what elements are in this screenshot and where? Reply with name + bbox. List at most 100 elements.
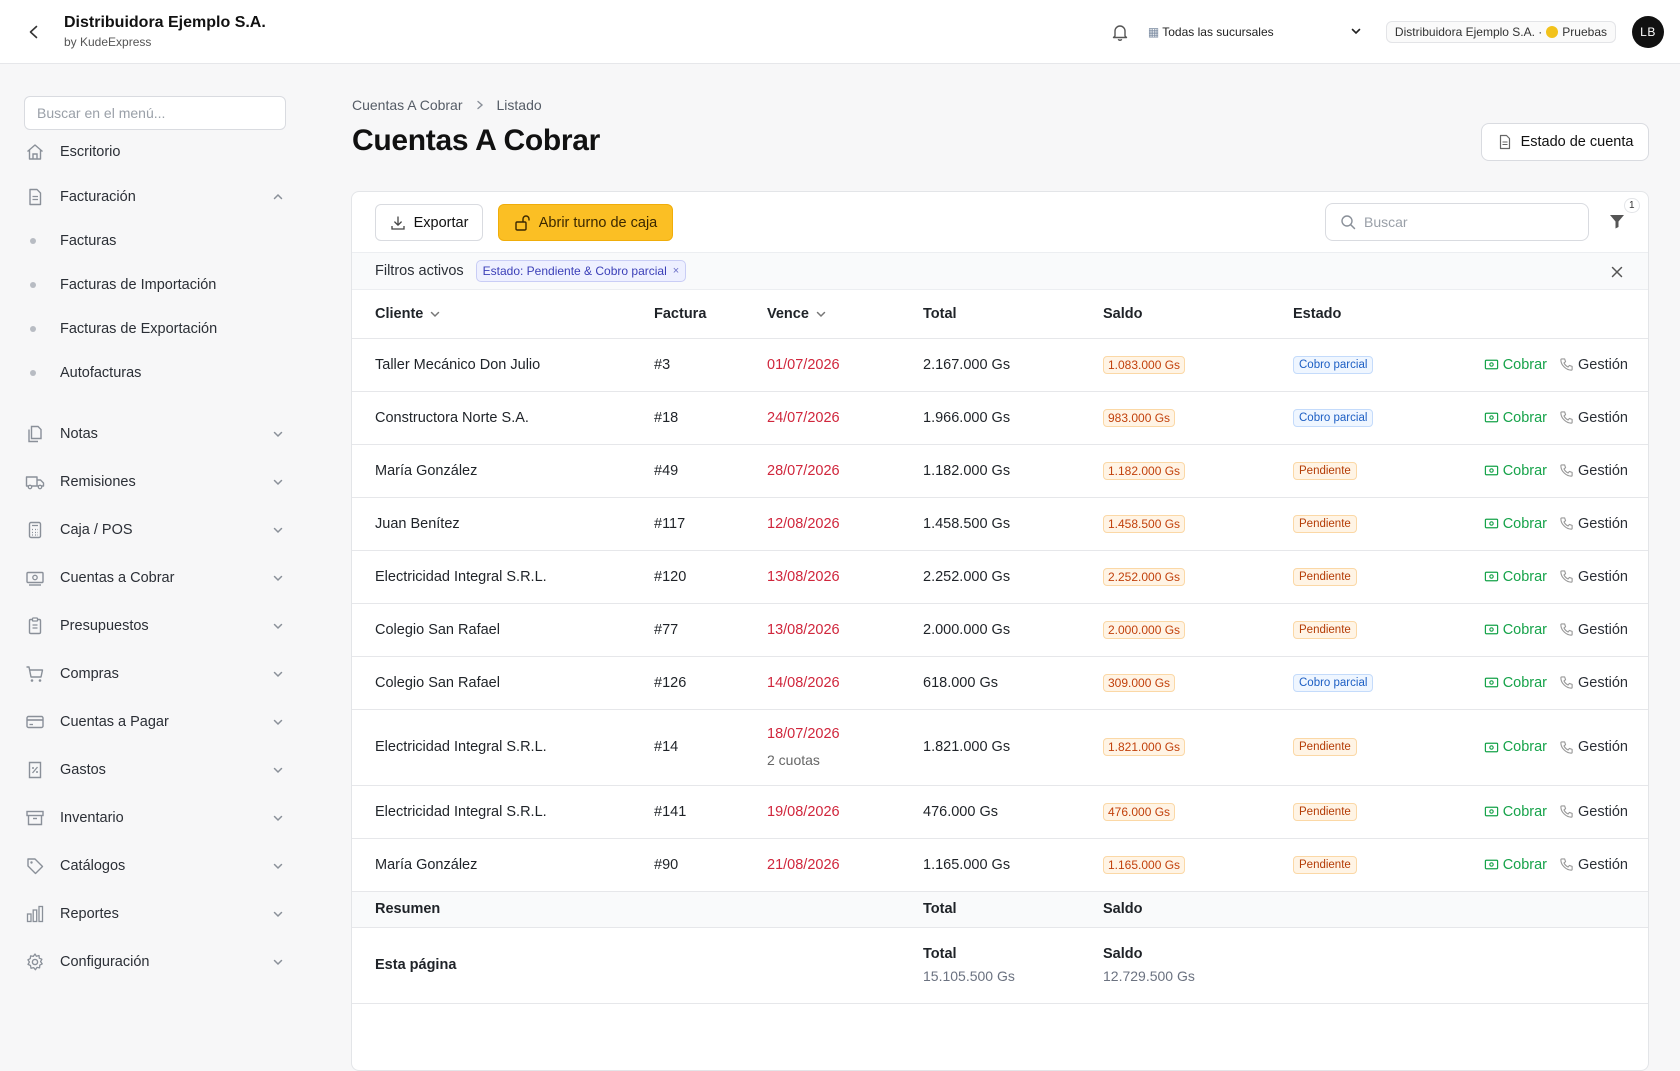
- column-header-label: Cliente: [375, 305, 424, 322]
- sidebar-subitem-facturas-importacion[interactable]: Facturas de Importación: [30, 271, 286, 299]
- summary-saldo-value: 12.729.500 Gs: [1103, 968, 1195, 984]
- gestion-button[interactable]: Gestión: [1559, 739, 1628, 755]
- avatar[interactable]: LB: [1632, 16, 1664, 48]
- sidebar-item-notas[interactable]: Notas: [24, 419, 286, 449]
- sidebar-item-presupuestos[interactable]: Presupuestos: [24, 611, 286, 641]
- sidebar-item-cuentas-a-pagar[interactable]: Cuentas a Pagar: [24, 707, 286, 737]
- sidebar-subitem-facturas-exportacion[interactable]: Facturas de Exportación: [30, 315, 286, 343]
- sidebar-item-gastos[interactable]: Gastos: [24, 755, 286, 785]
- cell-cliente: Electricidad Integral S.R.L.: [352, 709, 654, 786]
- sidebar-item-catalogos[interactable]: Catálogos: [24, 851, 286, 881]
- due-date: 19/08/2026: [767, 803, 840, 820]
- search-input[interactable]: [1364, 214, 1564, 230]
- table-row[interactable]: Colegio San Rafael #77 13/08/2026 2.000.…: [352, 603, 1648, 657]
- table-row[interactable]: María González #90 21/08/2026 1.165.000 …: [352, 838, 1648, 892]
- table-row[interactable]: María González #49 28/07/2026 1.182.000 …: [352, 444, 1648, 498]
- table-row[interactable]: Electricidad Integral S.R.L. #120 13/08/…: [352, 550, 1648, 604]
- sidebar-item-facturacion[interactable]: Facturación: [24, 182, 286, 212]
- sidebar-item-remisiones[interactable]: Remisiones: [24, 467, 286, 497]
- sidebar-item-inventario[interactable]: Inventario: [24, 803, 286, 833]
- estado-de-cuenta-button[interactable]: Estado de cuenta: [1481, 123, 1649, 161]
- total-amount: 2.252.000 Gs: [923, 568, 1011, 585]
- chevron-down-icon: [270, 474, 286, 490]
- gestion-button[interactable]: Gestión: [1559, 804, 1628, 820]
- factura-number[interactable]: #126: [654, 675, 686, 691]
- sidebar-item-reportes[interactable]: Reportes: [24, 899, 286, 929]
- clear-filters-icon[interactable]: [1608, 263, 1626, 281]
- sidebar-item-compras[interactable]: Compras: [24, 659, 286, 689]
- factura-number[interactable]: #120: [654, 569, 686, 585]
- export-button[interactable]: Exportar: [375, 204, 483, 241]
- cell-saldo: 476.000 Gs: [1103, 785, 1293, 839]
- filter-count-badge: 1: [1624, 198, 1640, 213]
- gestion-button[interactable]: Gestión: [1559, 569, 1628, 585]
- factura-number[interactable]: #77: [654, 622, 678, 638]
- gestion-button[interactable]: Gestión: [1559, 463, 1628, 479]
- factura-number[interactable]: #117: [654, 516, 685, 532]
- sidebar-subitem-facturas[interactable]: Facturas: [30, 227, 286, 255]
- table-body: Taller Mecánico Don Julio #3 01/07/2026 …: [352, 338, 1648, 892]
- cobrar-button[interactable]: Cobrar: [1484, 622, 1547, 638]
- cobrar-button[interactable]: Cobrar: [1484, 569, 1547, 585]
- menu-search-input[interactable]: [24, 96, 286, 130]
- sidebar-item-cuentas-a-cobrar[interactable]: Cuentas a Cobrar: [24, 563, 286, 593]
- company-environment-pill[interactable]: Distribuidora Ejemplo S.A. · Pruebas: [1385, 21, 1616, 43]
- sidebar-item-configuracion[interactable]: Configuración: [24, 947, 286, 977]
- factura-number[interactable]: #3: [654, 357, 670, 373]
- filter-chip[interactable]: Estado: Pendiente & Cobro parcial ×: [475, 260, 687, 282]
- branch-selector[interactable]: ▦ Todas las sucursales: [1148, 25, 1376, 40]
- gestion-button[interactable]: Gestión: [1559, 675, 1628, 691]
- cobrar-button[interactable]: Cobrar: [1484, 804, 1547, 820]
- gestion-button[interactable]: Gestión: [1559, 357, 1628, 373]
- gestion-button[interactable]: Gestión: [1559, 857, 1628, 873]
- table-row[interactable]: Electricidad Integral S.R.L. #14 18/07/2…: [352, 709, 1648, 786]
- table-row[interactable]: Juan Benítez #117 12/08/2026 1.458.500 G…: [352, 497, 1648, 551]
- cash-icon: [1484, 804, 1499, 819]
- cobrar-button[interactable]: Cobrar: [1484, 739, 1547, 755]
- cobrar-button[interactable]: Cobrar: [1484, 516, 1547, 532]
- summary-total-value: 15.105.500 Gs: [923, 968, 1015, 984]
- cell-saldo: 1.083.000 Gs: [1103, 338, 1293, 392]
- bell-icon[interactable]: [1108, 20, 1132, 44]
- column-header-vence[interactable]: Vence: [767, 290, 923, 339]
- chevron-up-icon: [270, 189, 286, 205]
- chevron-down-icon: [270, 426, 286, 442]
- gestion-button[interactable]: Gestión: [1559, 410, 1628, 426]
- cell-saldo: 1.182.000 Gs: [1103, 444, 1293, 498]
- column-header-cliente[interactable]: Cliente: [352, 290, 654, 339]
- breadcrumb-cuentas-a-cobrar[interactable]: Cuentas A Cobrar: [352, 97, 463, 113]
- table-row[interactable]: Taller Mecánico Don Julio #3 01/07/2026 …: [352, 338, 1648, 392]
- sidebar-subitem-autofacturas[interactable]: Autofacturas: [30, 359, 286, 387]
- back-arrow-icon[interactable]: [20, 18, 48, 46]
- table-row[interactable]: Electricidad Integral S.R.L. #141 19/08/…: [352, 785, 1648, 839]
- open-register-button[interactable]: Abrir turno de caja: [498, 204, 673, 241]
- status-badge: Cobro parcial: [1293, 408, 1374, 427]
- cash-icon: [1484, 516, 1499, 531]
- cell-factura: #77: [654, 603, 767, 657]
- factura-number[interactable]: #14: [654, 739, 678, 755]
- gestion-button[interactable]: Gestión: [1559, 622, 1628, 638]
- cobrar-button[interactable]: Cobrar: [1484, 463, 1547, 479]
- due-date: 14/08/2026: [767, 674, 840, 691]
- sidebar-item-label: Gastos: [60, 762, 106, 778]
- cobrar-button[interactable]: Cobrar: [1484, 675, 1547, 691]
- table-row[interactable]: Colegio San Rafael #126 14/08/2026 618.0…: [352, 656, 1648, 710]
- factura-number[interactable]: #141: [654, 804, 686, 820]
- sidebar-item-caja-pos[interactable]: Caja / POS: [24, 515, 286, 545]
- cell-saldo: 2.252.000 Gs: [1103, 550, 1293, 604]
- chip-close-icon[interactable]: ×: [673, 265, 679, 277]
- gestion-button[interactable]: Gestión: [1559, 516, 1628, 532]
- document-icon: [24, 186, 46, 208]
- cobrar-button[interactable]: Cobrar: [1484, 357, 1547, 373]
- cobrar-button[interactable]: Cobrar: [1484, 410, 1547, 426]
- table-search[interactable]: [1325, 203, 1589, 241]
- gestion-label: Gestión: [1578, 803, 1628, 820]
- credit-card-icon: [24, 711, 46, 733]
- factura-number[interactable]: #90: [654, 857, 678, 873]
- table-row[interactable]: Constructora Norte S.A. #18 24/07/2026 1…: [352, 391, 1648, 445]
- cobrar-button[interactable]: Cobrar: [1484, 857, 1547, 873]
- factura-number[interactable]: #18: [654, 410, 678, 426]
- sidebar-item-escritorio[interactable]: Escritorio: [24, 137, 286, 167]
- factura-number[interactable]: #49: [654, 463, 678, 479]
- table-toolbar: Exportar Abrir turno de caja 1: [352, 192, 1648, 252]
